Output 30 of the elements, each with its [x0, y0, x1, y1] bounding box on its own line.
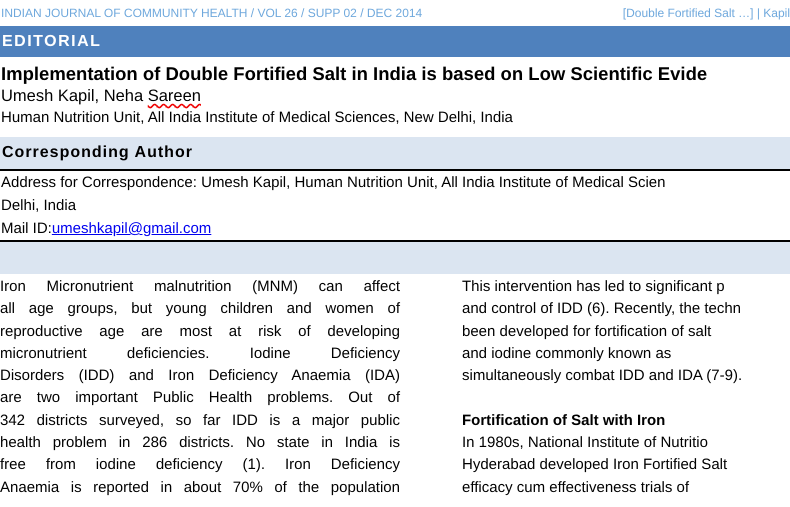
section-banner: EDITORIAL — [0, 26, 790, 57]
affiliation: Human Nutrition Unit, All India Institute of Medical Sciences, New Delhi, India — [0, 109, 514, 128]
section-heading: Corresponding Author — [1, 144, 193, 162]
body-text-line: micronutrient deficiencies. Iodine Deficiency — [0, 344, 400, 364]
body-text-line: reproductive age are most at risk of developing — [0, 322, 400, 342]
address-text: Delhi, India — [0, 196, 78, 216]
body-text-line: Iron Micronutrient malnutrition (MNM) can affect — [0, 277, 400, 297]
email-link[interactable]: umeshkapil@gmail.com — [52, 217, 212, 240]
body-text-line: simultaneously combat IDD and IDA (7-9). — [462, 366, 744, 386]
journal-header: INDIAN JOURNAL OF COMMUNITY HEALTH / VOL 26 / SUPP 02 / DEC 2014 — [1, 6, 422, 22]
body-text-line: been developed for fortification of salt — [462, 322, 712, 342]
author-line: Umesh Kapil, Neha Sareen — [0, 87, 202, 107]
body-text-line: This intervention has led to significant p — [462, 277, 726, 297]
body-text-line: and iodine commonly known as — [462, 344, 672, 364]
body-text-line: all age groups, but young children and women of — [0, 299, 400, 320]
body-text-line: efficacy cum effectiveness trials of — [462, 478, 690, 498]
body-text-line: 342 districts surveyed, so far IDD is a major public — [0, 410, 400, 431]
body-text-line: In 1980s, National Institute of Nutritio — [462, 433, 709, 454]
mail-label: Mail ID: — [1, 219, 52, 239]
body-text-line: and control of IDD (6). Recently, the techn — [462, 299, 742, 320]
body-text-line: Hyderabad developed Iron Fortified Salt — [462, 455, 728, 476]
body-text-line: are two important Public Health problems. Out of — [0, 388, 400, 408]
address-text: Address for Correspondence: Umesh Kapil, Human Nutrition Unit, All India Institute of Medical Scien — [0, 173, 666, 193]
body-text-line: Anaemia is reported in about 70% of the population — [0, 478, 400, 498]
body-text-line: free from iodine deficiency (1). Iron Deficiency — [0, 455, 400, 476]
body-text-line: health problem in 286 districts. No state in India is — [0, 433, 400, 454]
article-title: Implementation of Double Fortified Salt in India is based on Low Scientific Evide — [0, 63, 708, 85]
running-title: [Double Fortified Salt …] | Kapil — [622, 6, 790, 22]
subsection-heading: Fortification of Salt with Iron — [462, 410, 666, 431]
body-text-line: Disorders (IDD) and Iron Deficiency Anaemia (IDA) — [0, 366, 400, 386]
